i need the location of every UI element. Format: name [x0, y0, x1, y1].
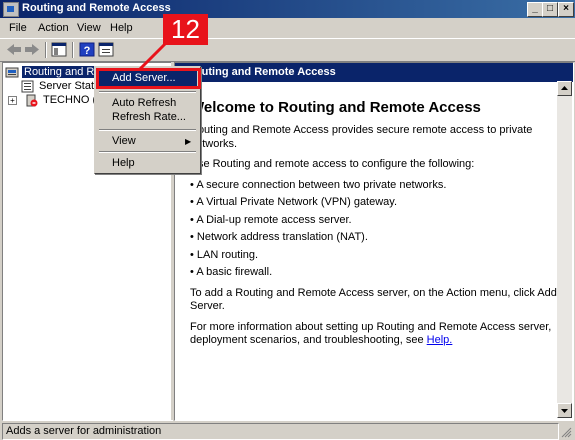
- menu-action[interactable]: Action: [38, 22, 69, 34]
- rras-app-icon: [3, 2, 19, 17]
- use-text: Use Routing and remote access to configu…: [190, 158, 475, 170]
- menu-item-help[interactable]: Help: [97, 156, 197, 171]
- show-hide-tree-icon[interactable]: [51, 42, 67, 57]
- properties-icon[interactable]: [98, 42, 114, 57]
- list-item: • LAN routing.: [190, 248, 259, 261]
- menu-bar: File Action View Help: [0, 19, 575, 37]
- list-item: • A Virtual Private Network (VPN) gatewa…: [190, 196, 398, 208]
- list-item: • A Dial-up remote access server.: [190, 213, 352, 226]
- list-item: • Network address translation (NAT).: [190, 231, 368, 243]
- menu-help[interactable]: Help: [110, 22, 133, 34]
- help-icon[interactable]: ?: [79, 42, 95, 57]
- maximize-button[interactable]: □: [542, 2, 558, 17]
- list-item: • A secure connection between two privat…: [190, 178, 447, 191]
- list-item: • A basic firewall.: [190, 266, 273, 278]
- status-text: Adds a server for administration: [6, 425, 162, 437]
- toolbar: ?: [0, 38, 575, 62]
- close-button[interactable]: ×: [558, 2, 574, 17]
- details-header-label: Routing and Remote Access: [187, 66, 336, 78]
- app-window: Routing and Remote Access _ □ × File Act…: [0, 0, 575, 440]
- svg-text:?: ?: [84, 45, 91, 57]
- expand-toggle[interactable]: +: [8, 96, 17, 105]
- page-title: Welcome to Routing and Remote Access: [190, 99, 481, 116]
- window-title: Routing and Remote Access: [22, 2, 171, 14]
- scroll-up-button[interactable]: [557, 81, 572, 96]
- details-pane: Routing and Remote Access Welcome to Rou…: [174, 62, 574, 421]
- annotation-highlight-box: [96, 68, 201, 89]
- toolbar-separator: [72, 42, 74, 58]
- menu-view[interactable]: View: [77, 22, 101, 34]
- title-bar[interactable]: Routing and Remote Access _ □ ×: [0, 0, 575, 18]
- resize-grip-icon[interactable]: [560, 426, 572, 438]
- scroll-down-button[interactable]: [557, 403, 572, 418]
- arrow-down-icon: [561, 409, 568, 413]
- menu-separator: [99, 151, 196, 153]
- minimize-button[interactable]: _: [527, 2, 543, 17]
- annotation-step-number: 12: [163, 14, 208, 45]
- menu-separator: [99, 91, 196, 93]
- rras-root-icon: [5, 67, 19, 78]
- menu-file[interactable]: File: [9, 22, 27, 34]
- server-down-icon: [26, 94, 38, 107]
- back-arrow-icon[interactable]: [6, 42, 22, 57]
- submenu-arrow-icon: ▶: [185, 137, 192, 146]
- add-server-text: To add a Routing and Remote Access serve…: [190, 286, 557, 313]
- forward-arrow-icon[interactable]: [24, 42, 40, 57]
- welcome-text: Welcome to Routing and Remote Access Rou…: [190, 99, 560, 355]
- menu-separator: [99, 129, 196, 131]
- intro-text: Routing and Remote Access provides secur…: [190, 124, 533, 150]
- menu-item-auto-refresh[interactable]: Auto Refresh: [97, 96, 197, 111]
- toolbar-separator: [45, 42, 47, 58]
- status-bar: Adds a server for administration: [0, 421, 575, 440]
- menu-item-refresh-rate[interactable]: Refresh Rate...: [97, 110, 197, 125]
- menu-item-view[interactable]: View ▶: [97, 134, 197, 149]
- vertical-scrollbar[interactable]: [557, 81, 572, 418]
- arrow-up-icon: [561, 86, 568, 90]
- help-link[interactable]: Help.: [427, 334, 453, 346]
- more-info-text: For more information about setting up Ro…: [190, 320, 552, 347]
- status-pane: Adds a server for administration: [2, 423, 559, 440]
- server-status-icon: [21, 80, 34, 93]
- details-header: Routing and Remote Access: [175, 63, 573, 82]
